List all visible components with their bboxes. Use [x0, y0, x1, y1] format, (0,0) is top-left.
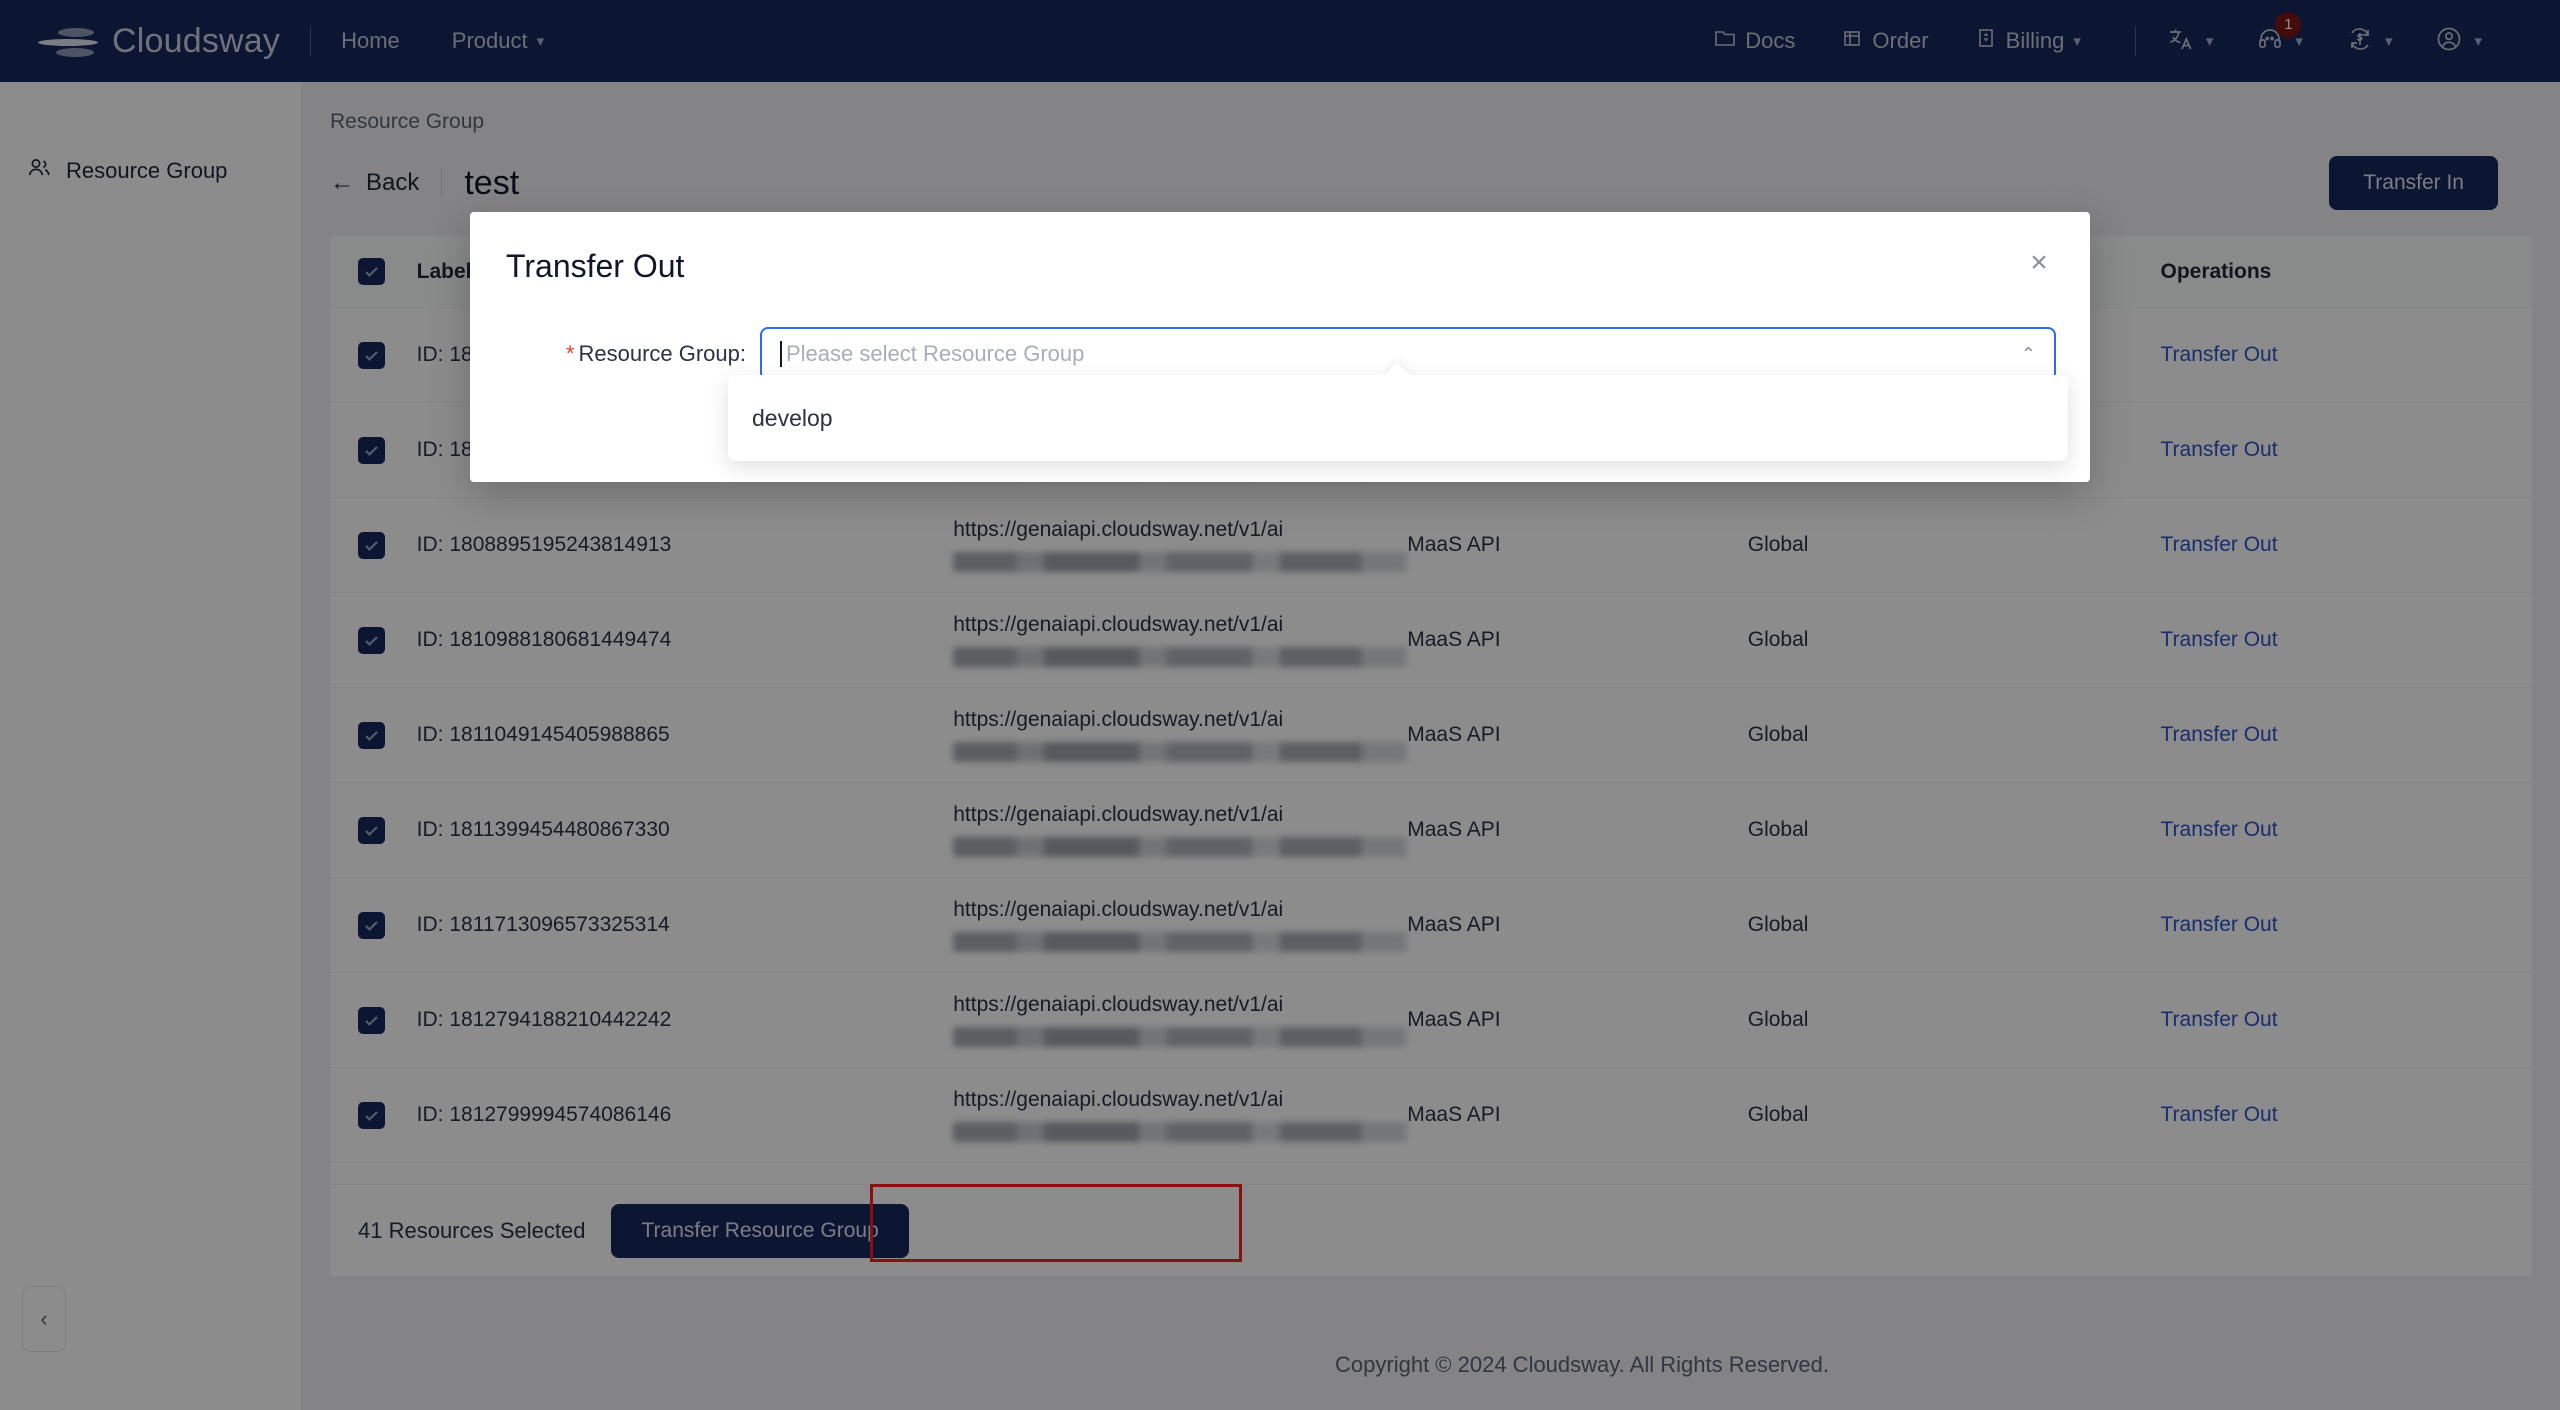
resource-group-dropdown: develop: [728, 375, 2068, 461]
dropdown-option-develop[interactable]: develop: [728, 375, 2068, 461]
modal-title: Transfer Out: [470, 212, 2090, 285]
resource-group-placeholder: Please select Resource Group: [786, 341, 1084, 367]
app-root: Cloudsway Home Product ▾ Docs: [0, 0, 2560, 1410]
resource-group-form-row: *Resource Group: Please select Resource …: [470, 285, 2090, 381]
text-cursor: [780, 341, 782, 367]
close-icon[interactable]: ×: [2022, 246, 2056, 280]
required-asterisk-icon: *: [566, 341, 575, 366]
resource-group-label-text: Resource Group:: [578, 341, 746, 366]
resource-group-label: *Resource Group:: [470, 341, 760, 367]
chevron-up-icon: ⌃: [2021, 344, 2036, 365]
